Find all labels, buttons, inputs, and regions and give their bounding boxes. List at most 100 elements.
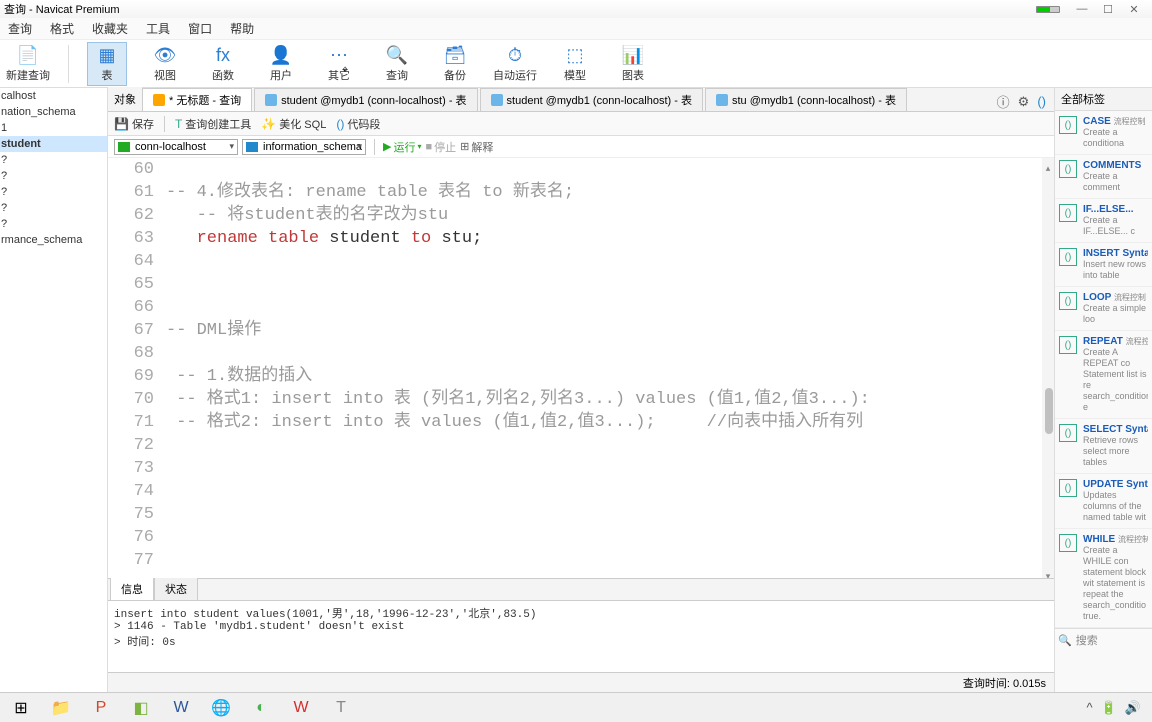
editor-scrollbar[interactable]: ▴ ▾ bbox=[1042, 158, 1054, 578]
run-button[interactable]: ▶运行▾ bbox=[383, 139, 421, 155]
save-icon: 💾 bbox=[114, 117, 129, 131]
tab-objects[interactable]: 对象 bbox=[108, 87, 142, 111]
toolbar-new-query[interactable]: 📄新建查询 bbox=[6, 42, 50, 86]
tree-item[interactable]: ? bbox=[0, 152, 107, 168]
menu-帮助[interactable]: 帮助 bbox=[230, 20, 254, 37]
tree-item[interactable]: nation_schema bbox=[0, 104, 107, 120]
explain-button[interactable]: ⊞解释 bbox=[460, 139, 493, 155]
task-word[interactable]: W bbox=[163, 695, 199, 721]
result-tab-strip: 信息 状态 bbox=[108, 578, 1054, 600]
help-icon[interactable]: ⓘ bbox=[997, 92, 1010, 111]
explain-icon: ⊞ bbox=[460, 140, 469, 153]
chart-icon: 📊 bbox=[622, 45, 644, 66]
task-chrome[interactable]: 🌐 bbox=[203, 695, 239, 721]
new-query-icon: 📄 bbox=[17, 45, 39, 66]
result-output[interactable]: insert into student values(1001,'男',18,'… bbox=[108, 600, 1054, 672]
close-button[interactable]: ✕ bbox=[1128, 3, 1140, 15]
view-icon: 👁 bbox=[154, 45, 177, 66]
system-tray[interactable]: ^ 🔋 🔊 bbox=[1087, 700, 1149, 716]
play-icon: ▶ bbox=[383, 140, 391, 153]
toolbar-view[interactable]: 👁视图 bbox=[145, 42, 185, 86]
tree-item[interactable]: calhost bbox=[0, 88, 107, 104]
object-tree[interactable]: calhostnation_schema1student?????rmance_… bbox=[0, 88, 108, 692]
tree-item[interactable]: ? bbox=[0, 168, 107, 184]
tab-student-1[interactable]: student @mydb1 (conn-localhost) - 表 bbox=[254, 88, 477, 111]
database-icon bbox=[246, 142, 258, 152]
status-bar: 查询时间: 0.015s bbox=[108, 672, 1054, 692]
result-tab-status[interactable]: 状态 bbox=[154, 577, 198, 600]
task-text[interactable]: T bbox=[323, 695, 359, 721]
task-start[interactable]: ⊞ bbox=[3, 695, 39, 721]
snippet-search[interactable]: 🔍 搜索 bbox=[1055, 628, 1152, 651]
titlebar: 查询 - Navicat Premium — ☐ ✕ bbox=[0, 0, 1152, 18]
snippet-panel-header: 全部标签 bbox=[1055, 88, 1152, 111]
snippet-item[interactable]: ()COMMENTS Create a comment bbox=[1055, 155, 1152, 199]
maximize-button[interactable]: ☐ bbox=[1102, 3, 1114, 15]
tree-item[interactable]: ? bbox=[0, 200, 107, 216]
tab-icon bbox=[491, 94, 503, 106]
tab-untitled[interactable]: * 无标题 - 查询 bbox=[142, 88, 252, 111]
toolbar-chart[interactable]: 📊图表 bbox=[613, 42, 653, 86]
tree-item[interactable]: ? bbox=[0, 184, 107, 200]
menu-窗口[interactable]: 窗口 bbox=[188, 20, 212, 37]
ribbon-toolbar: 📄新建查询 ▦表 👁视图 fx函数 👤用户 ⋯其它 🔍查询 🗃备份 ⏱自动运行 ⬚模型 📊图表 bbox=[0, 40, 1152, 88]
toolbar-user[interactable]: 👤用户 bbox=[261, 42, 301, 86]
toolbar-function[interactable]: fx函数 bbox=[203, 42, 243, 86]
task-app1[interactable]: ◧ bbox=[123, 695, 159, 721]
tray-up-icon[interactable]: ^ bbox=[1087, 700, 1093, 716]
snippet-icon: () bbox=[1059, 160, 1077, 178]
query-builder-button[interactable]: T查询创建工具 bbox=[175, 116, 251, 132]
toolbar-table[interactable]: ▦表 bbox=[87, 42, 127, 86]
tree-item[interactable]: ? bbox=[0, 216, 107, 232]
snippet-item[interactable]: ()SELECT Syntax Retrieve rows select mor… bbox=[1055, 419, 1152, 474]
database-dropdown[interactable]: information_schema bbox=[242, 139, 366, 155]
tree-item[interactable]: 1 bbox=[0, 120, 107, 136]
result-tab-info[interactable]: 信息 bbox=[110, 577, 154, 600]
snippet-item[interactable]: ()CASE 流程控制Create a conditiona bbox=[1055, 111, 1152, 155]
task-explorer[interactable]: 📁 bbox=[43, 695, 79, 721]
code-content[interactable]: -- 4.修改表名: rename table 表名 to 新表名; -- 将s… bbox=[162, 158, 1054, 578]
task-powerpoint[interactable]: P bbox=[83, 695, 119, 721]
brackets-icon[interactable]: () bbox=[1037, 94, 1046, 109]
tab-stu[interactable]: stu @mydb1 (conn-localhost) - 表 bbox=[705, 88, 907, 111]
menu-收藏夹[interactable]: 收藏夹 bbox=[92, 20, 128, 37]
sparkle-icon: ✨ bbox=[261, 117, 276, 131]
scroll-down-icon[interactable]: ▾ bbox=[1042, 566, 1054, 578]
scroll-up-icon[interactable]: ▴ bbox=[1042, 158, 1054, 170]
gear-icon[interactable]: ⚙ bbox=[1018, 94, 1030, 110]
tab-student-2[interactable]: student @mydb1 (conn-localhost) - 表 bbox=[480, 88, 703, 111]
save-button[interactable]: 💾保存 bbox=[114, 116, 154, 132]
tree-item[interactable]: rmance_schema bbox=[0, 232, 107, 248]
snippet-icon: () bbox=[1059, 336, 1077, 354]
minimize-button[interactable]: — bbox=[1076, 3, 1088, 15]
tool-icon: T bbox=[175, 117, 182, 131]
snippet-icon: () bbox=[1059, 534, 1077, 552]
beautify-sql-button[interactable]: ✨美化 SQL bbox=[261, 116, 326, 132]
sql-editor[interactable]: 606162636465666768697071727374757677 -- … bbox=[108, 158, 1054, 578]
toolbar-query[interactable]: 🔍查询 bbox=[377, 42, 417, 86]
menu-查询[interactable]: 查询 bbox=[8, 20, 32, 37]
scrollbar-thumb[interactable] bbox=[1045, 388, 1053, 434]
tray-sound-icon[interactable]: 🔊 bbox=[1125, 700, 1141, 716]
menu-格式[interactable]: 格式 bbox=[50, 20, 74, 37]
snippet-item[interactable]: ()IF...ELSE... Create a IF...ELSE... c bbox=[1055, 199, 1152, 243]
code-snippet-button[interactable]: ()代码段 bbox=[336, 116, 380, 132]
snippet-item[interactable]: ()INSERT Syntax Insert new rows into tab… bbox=[1055, 243, 1152, 287]
toolbar-backup[interactable]: 🗃备份 bbox=[435, 42, 475, 86]
menu-工具[interactable]: 工具 bbox=[146, 20, 170, 37]
task-wps[interactable]: W bbox=[283, 695, 319, 721]
tray-battery-icon[interactable]: 🔋 bbox=[1101, 700, 1117, 716]
tree-item[interactable]: student bbox=[0, 136, 107, 152]
toolbar-other[interactable]: ⋯其它 bbox=[319, 42, 359, 86]
task-app2[interactable]: ◐ bbox=[243, 695, 279, 721]
toolbar-model[interactable]: ⬚模型 bbox=[555, 42, 595, 86]
auto-run-icon: ⏱ bbox=[508, 45, 522, 66]
connection-dropdown[interactable]: conn-localhost bbox=[114, 139, 238, 155]
toolbar-auto-run[interactable]: ⏱自动运行 bbox=[493, 42, 537, 86]
stop-button[interactable]: ■停止 bbox=[425, 139, 456, 155]
snippet-item[interactable]: ()UPDATE Syntax Updates columns of the n… bbox=[1055, 474, 1152, 529]
snippet-item[interactable]: ()REPEAT 流程控制Create A REPEAT co Statemen… bbox=[1055, 331, 1152, 419]
snippet-item[interactable]: ()WHILE 流程控制Create a WHILE con statement… bbox=[1055, 529, 1152, 628]
backup-icon: 🗃 bbox=[444, 45, 467, 66]
snippet-item[interactable]: ()LOOP 流程控制Create a simple loo bbox=[1055, 287, 1152, 331]
